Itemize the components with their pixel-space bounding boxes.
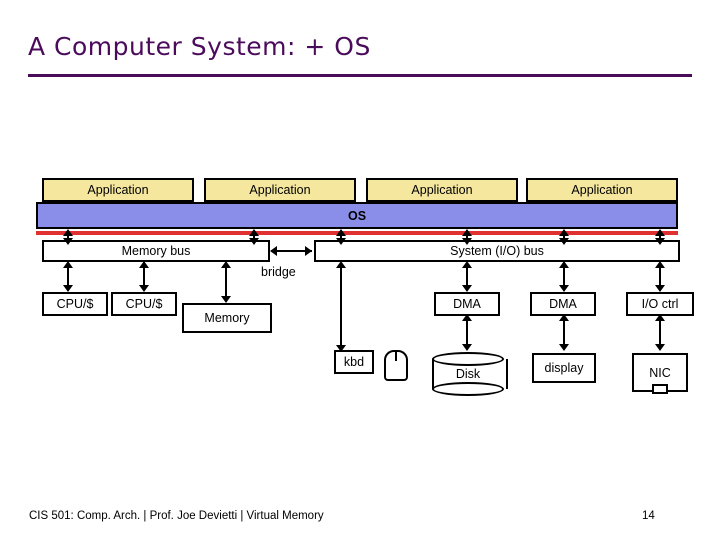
cpu-box-2: CPU/$ (111, 292, 177, 316)
dma1-to-disk-arrow-up-icon (462, 314, 472, 321)
cpu-box-1: CPU/$ (42, 292, 108, 316)
footer-text: CIS 501: Comp. Arch. | Prof. Joe Deviett… (29, 510, 324, 522)
display-label: display (544, 361, 584, 375)
bridge-arrow-left-icon (270, 246, 277, 256)
iobus-to-ioctrl-arrow-down-icon (655, 285, 665, 292)
nic-label: NIC (649, 365, 671, 380)
application-box-3: Application (366, 178, 518, 202)
application-label-1: Application (87, 183, 149, 197)
nic-connector-icon (652, 384, 668, 394)
membus-to-cpu2-arrow-down-icon (139, 285, 149, 292)
os-to-membus-arrow-down-2-icon (249, 238, 259, 245)
bridge-label: bridge (261, 265, 296, 279)
iobus-to-dma1-arrow-up-icon (462, 261, 472, 268)
os-to-iobus-arrow-down-4-icon (655, 238, 665, 245)
memory-bus-label: Memory bus (121, 244, 191, 258)
os-to-iobus-arrow-up-3-icon (559, 229, 569, 236)
mouse-icon (384, 350, 408, 381)
io-bus: System (I/O) bus (314, 240, 680, 262)
dma2-to-display-line (563, 318, 565, 346)
membus-to-cpu2-arrow-up-icon (139, 261, 149, 268)
os-to-iobus-arrow-down-1-icon (336, 238, 346, 245)
membus-to-cpu1-arrow-down-icon (63, 285, 73, 292)
os-to-iobus-arrow-up-4-icon (655, 229, 665, 236)
kbd-label: kbd (343, 355, 365, 369)
os-label: OS (347, 208, 367, 223)
membus-to-memory-arrow-down-icon (221, 296, 231, 303)
kbd-box: kbd (334, 350, 374, 374)
application-label-3: Application (411, 183, 473, 197)
memory-box: Memory (182, 303, 272, 333)
iobus-to-dma1-arrow-down-icon (462, 285, 472, 292)
dma1-to-disk-arrow-down-icon (462, 344, 472, 351)
os-to-membus-arrow-up-1-icon (63, 229, 73, 236)
membus-to-cpu1-line (67, 265, 69, 287)
os-to-iobus-arrow-up-1-icon (336, 229, 346, 236)
application-box-2: Application (204, 178, 356, 202)
disk-shape: Disk (432, 352, 508, 396)
dma-box-1: DMA (434, 292, 500, 316)
dma-label-1: DMA (453, 297, 481, 311)
cpu-label-2: CPU/$ (125, 297, 163, 311)
membus-to-memory-arrow-up-icon (221, 261, 231, 268)
io-ctrl-box: I/O ctrl (626, 292, 694, 316)
page-title: A Computer System: + OS (28, 32, 371, 61)
memory-label: Memory (204, 311, 250, 325)
application-label-4: Application (571, 183, 633, 197)
bridge-arrow-right-icon (305, 246, 312, 256)
io-ctrl-label: I/O ctrl (641, 297, 679, 311)
application-box-4: Application (526, 178, 678, 202)
iobus-to-ioctrl-arrow-up-icon (655, 261, 665, 268)
memory-bus: Memory bus (42, 240, 270, 262)
dma2-to-display-arrow-up-icon (559, 314, 569, 321)
hardware-boundary-bar (36, 231, 678, 235)
dma-label-2: DMA (549, 297, 577, 311)
slide-number: 14 (642, 510, 655, 522)
iobus-to-kbd-arrow-up-icon (336, 261, 346, 268)
os-to-membus-arrow-up-2-icon (249, 229, 259, 236)
os-to-membus-arrow-down-1-icon (63, 238, 73, 245)
cpu-label-1: CPU/$ (56, 297, 94, 311)
dma-box-2: DMA (530, 292, 596, 316)
iobus-to-dma2-line (563, 265, 565, 287)
application-box-1: Application (42, 178, 194, 202)
ioctrl-to-nic-arrow-up-icon (655, 314, 665, 321)
dma1-to-disk-line (466, 318, 468, 346)
membus-to-memory-line (225, 265, 227, 299)
iobus-to-kbd-line (340, 265, 342, 347)
os-to-iobus-arrow-down-2-icon (462, 238, 472, 245)
membus-to-cpu2-line (143, 265, 145, 287)
iobus-to-dma1-line (466, 265, 468, 287)
iobus-to-dma2-arrow-up-icon (559, 261, 569, 268)
iobus-to-ioctrl-line (659, 265, 661, 287)
dma2-to-display-arrow-down-icon (559, 344, 569, 351)
iobus-to-dma2-arrow-down-icon (559, 285, 569, 292)
mouse-button-split (395, 352, 397, 361)
disk-label: Disk (455, 367, 481, 381)
io-bus-label: System (I/O) bus (450, 244, 544, 258)
os-to-iobus-arrow-up-2-icon (462, 229, 472, 236)
os-band: OS (36, 202, 678, 229)
title-divider (28, 74, 692, 77)
ioctrl-to-nic-arrow-down-icon (655, 344, 665, 351)
application-label-2: Application (249, 183, 311, 197)
membus-to-cpu1-arrow-up-icon (63, 261, 73, 268)
ioctrl-to-nic-line (659, 318, 661, 346)
display-box: display (532, 353, 596, 383)
os-to-iobus-arrow-down-3-icon (559, 238, 569, 245)
